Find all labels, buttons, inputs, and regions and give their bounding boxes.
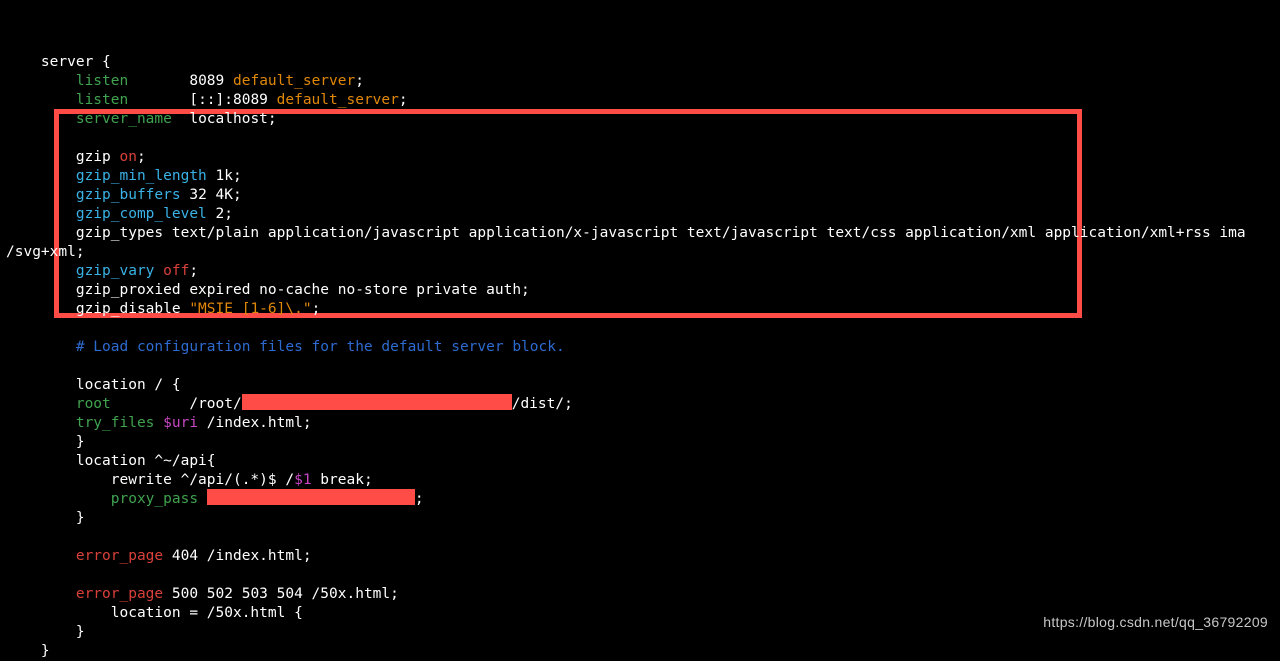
redacted-proxy [207, 489, 415, 505]
code-line: root /root//dist/; [6, 396, 573, 412]
code-line: gzip_proxied expired no-cache no-store p… [6, 282, 530, 298]
blank-line [6, 529, 15, 545]
code-line: /svg+xml; [6, 244, 85, 260]
code-line: server { [6, 54, 111, 70]
code-line: proxy_pass ; [6, 491, 424, 507]
code-line: error_page 404 /index.html; [6, 548, 312, 564]
code-line: location / { [6, 377, 181, 393]
code-line: listen [::]:8089 default_server; [6, 92, 408, 108]
code-line: # Load configuration files for the defau… [6, 339, 565, 355]
code-line: } [6, 624, 85, 640]
nginx-config-code: server { listen 8089 default_server; lis… [6, 34, 1246, 661]
blank-line [6, 130, 15, 146]
code-line: try_files $uri /index.html; [6, 415, 312, 431]
code-line: listen 8089 default_server; [6, 73, 364, 89]
redacted-path [242, 394, 512, 410]
blank-line [6, 358, 15, 374]
code-line: server_name localhost; [6, 111, 277, 127]
blank-line [6, 320, 15, 336]
code-line: error_page 500 502 503 504 /50x.html; [6, 586, 399, 602]
code-line: } [6, 434, 85, 450]
code-line: gzip_types text/plain application/javasc… [6, 225, 1246, 241]
code-line: location ^~/api{ [6, 453, 216, 469]
code-line: gzip_vary off; [6, 263, 198, 279]
code-line: } [6, 643, 50, 659]
code-line: gzip_comp_level 2; [6, 206, 233, 222]
code-line: } [6, 510, 85, 526]
code-line: gzip on; [6, 149, 146, 165]
code-line: gzip_disable "MSIE [1-6]\."; [6, 301, 320, 317]
watermark-text: https://blog.csdn.net/qq_36792209 [1043, 613, 1268, 632]
code-line: gzip_min_length 1k; [6, 168, 242, 184]
code-line: gzip_buffers 32 4K; [6, 187, 242, 203]
code-line: location = /50x.html { [6, 605, 303, 621]
blank-line [6, 567, 15, 583]
code-line: rewrite ^/api/(.*)$ /$1 break; [6, 472, 373, 488]
